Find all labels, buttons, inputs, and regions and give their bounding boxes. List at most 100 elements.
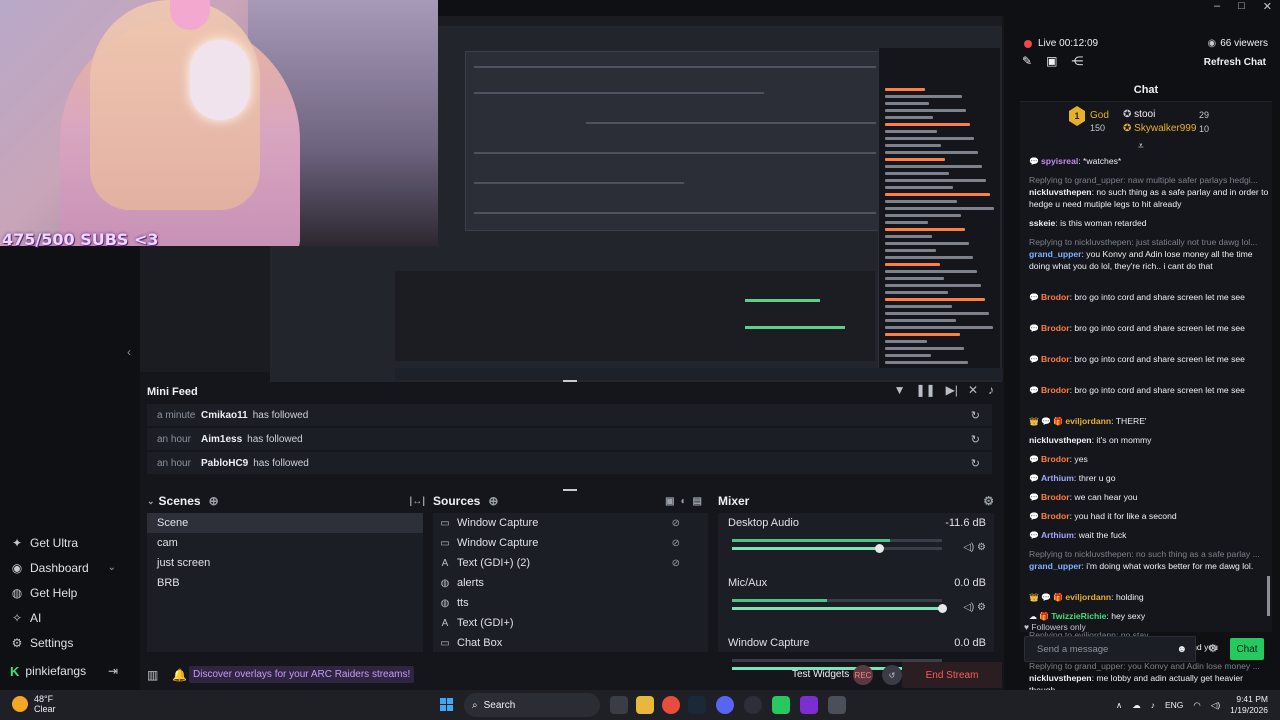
refresh-chat-button[interactable]: Refresh Chat bbox=[1204, 57, 1266, 68]
gear-icon[interactable]: ⚙ bbox=[977, 602, 986, 613]
file-explorer-icon[interactable] bbox=[636, 696, 654, 714]
source-item[interactable]: ▭ Window Capture ⊘ bbox=[433, 533, 708, 553]
volume-tray-icon[interactable]: ◁) bbox=[1211, 700, 1220, 711]
source-tools-icon[interactable]: ▣◐▤ bbox=[665, 496, 708, 507]
expand-leaderboard-icon[interactable]: ⩡ bbox=[1138, 141, 1144, 152]
sidebar-item[interactable]: ◍ Get Help bbox=[0, 580, 140, 605]
chat-username[interactable]: Arthium bbox=[1041, 473, 1074, 483]
chat-input[interactable]: Send a message ☻ bbox=[1024, 636, 1196, 662]
scene-item[interactable]: Scene bbox=[147, 513, 423, 533]
replay-icon[interactable]: ↻ bbox=[971, 409, 980, 422]
emoji-icon[interactable]: ☻ bbox=[1176, 644, 1187, 655]
chat-username[interactable]: Arthium bbox=[1041, 530, 1074, 540]
popout-icon[interactable]: ▣ bbox=[1046, 54, 1057, 68]
mute-alerts-icon[interactable]: ✕ bbox=[968, 383, 978, 397]
resize-handle[interactable] bbox=[563, 489, 577, 491]
chat-message[interactable]: sskeie: is this woman retarded bbox=[1029, 217, 1269, 229]
chat-scrollbar[interactable] bbox=[1267, 576, 1270, 616]
stats-icon[interactable]: ▥ bbox=[147, 668, 158, 682]
sidebar-item[interactable]: ✦ Get Ultra bbox=[0, 530, 140, 555]
chat-message[interactable]: 💬 Brodor: we can hear you bbox=[1029, 491, 1269, 504]
pause-icon[interactable]: ❚❚ bbox=[915, 383, 935, 397]
scene-item[interactable]: BRB bbox=[147, 573, 423, 593]
sidebar-item[interactable]: ✧ AI bbox=[0, 605, 140, 630]
chevron-down-icon[interactable]: ⌄ bbox=[108, 562, 116, 573]
sidebar-item[interactable]: ⚙ Settings bbox=[0, 630, 140, 655]
audio-tray-icon[interactable]: ♪ bbox=[1151, 700, 1155, 710]
clock[interactable]: 9:41 PM 1/19/2026 bbox=[1230, 694, 1268, 716]
chat-message[interactable]: nickluvsthepen: it's on mommy bbox=[1029, 434, 1269, 446]
collapse-left-icon[interactable]: ‹ bbox=[127, 345, 131, 359]
windows-start-icon[interactable] bbox=[440, 698, 454, 712]
obs-icon[interactable] bbox=[744, 696, 762, 714]
chat-username[interactable]: nickluvsthepen bbox=[1029, 187, 1092, 197]
gear-icon[interactable]: ⚙ bbox=[977, 542, 986, 553]
chevron-up-icon[interactable]: ∧ bbox=[1116, 700, 1122, 711]
chat-username[interactable]: sskeie bbox=[1029, 218, 1055, 228]
chat-message[interactable]: 💬 Brodor: you had it for like a second bbox=[1029, 510, 1269, 523]
speaker-icon[interactable]: ◁) bbox=[963, 602, 974, 613]
minimize-button[interactable]: – bbox=[1214, 0, 1220, 14]
chat-message[interactable]: 💬 Brodor: yes bbox=[1029, 453, 1269, 466]
chat-username[interactable]: Brodor bbox=[1041, 511, 1070, 521]
source-item[interactable]: ◍ alerts bbox=[433, 573, 708, 593]
discord-icon[interactable] bbox=[716, 696, 734, 714]
source-item[interactable]: ◍ tts bbox=[433, 593, 708, 613]
scene-item[interactable]: cam bbox=[147, 533, 423, 553]
taskbar-search[interactable]: ⌕ Search bbox=[464, 693, 600, 717]
edit-icon[interactable]: ✎ bbox=[1022, 54, 1032, 68]
filter-icon[interactable]: ▼ bbox=[894, 383, 906, 397]
chat-username[interactable]: eviljordann bbox=[1065, 592, 1111, 602]
settings-app-icon[interactable] bbox=[828, 696, 846, 714]
speaker-icon[interactable]: ◁) bbox=[963, 542, 974, 553]
visibility-off-icon[interactable]: ⊘ bbox=[672, 538, 680, 549]
lang-indicator[interactable]: ENG bbox=[1165, 700, 1183, 710]
chat-message[interactable]: 👑 💬 🎁 eviljordann: holding bbox=[1029, 591, 1269, 604]
chat-username[interactable]: TwizzieRichie bbox=[1051, 611, 1106, 621]
bell-icon[interactable]: 🔔 bbox=[172, 668, 187, 682]
add-source-icon[interactable]: ⊕ bbox=[488, 494, 498, 508]
next-app-icon[interactable] bbox=[800, 696, 818, 714]
network-icon[interactable]: ☁ bbox=[1132, 700, 1141, 711]
chat-message[interactable]: Replying to grand_upper: naw multiple sa… bbox=[1029, 174, 1269, 210]
promo-banner[interactable]: Discover overlays for your ARC Raiders s… bbox=[189, 666, 415, 683]
source-item[interactable]: A Text (GDI+) bbox=[433, 613, 708, 633]
chat-username[interactable]: grand_upper bbox=[1029, 249, 1082, 259]
app-icon[interactable] bbox=[772, 696, 790, 714]
source-item[interactable]: ▭ Chat Box bbox=[433, 633, 708, 653]
share-icon[interactable]: ⋲ bbox=[1071, 54, 1083, 68]
task-view-icon[interactable] bbox=[610, 696, 628, 714]
sidebar-item[interactable]: ◉ Dashboard ⌄ bbox=[0, 555, 140, 580]
chat-username[interactable]: spyisreal bbox=[1041, 156, 1078, 166]
volume-icon[interactable]: ♪ bbox=[988, 383, 994, 397]
visibility-off-icon[interactable]: ⊘ bbox=[672, 558, 680, 569]
steam-icon[interactable] bbox=[688, 696, 706, 714]
replay-icon[interactable]: ↻ bbox=[971, 433, 980, 446]
chat-username[interactable]: nickluvsthepen bbox=[1029, 673, 1092, 683]
chevron-down-icon[interactable]: ⌄ bbox=[147, 496, 155, 507]
chat-message[interactable]: 👑 💬 🎁 eviljordann: THERE' bbox=[1029, 415, 1269, 428]
chat-settings-icon[interactable]: ⚙ bbox=[1208, 642, 1218, 655]
rec-button[interactable]: REC bbox=[853, 665, 873, 685]
skip-icon[interactable]: ▶| bbox=[946, 383, 958, 397]
chat-message[interactable]: 💬 Arthium: threr u go bbox=[1029, 472, 1269, 485]
chrome-icon[interactable] bbox=[662, 696, 680, 714]
sidebar-user[interactable]: K pinkiefangs ⇥ bbox=[0, 660, 140, 682]
chat-username[interactable]: Brodor bbox=[1041, 323, 1070, 333]
source-item[interactable]: ▭ Window Capture ⊘ bbox=[433, 513, 708, 533]
test-widgets-label[interactable]: Test Widgets bbox=[792, 669, 849, 680]
chat-username[interactable]: grand_upper bbox=[1029, 561, 1082, 571]
chat-username[interactable]: Brodor bbox=[1041, 292, 1070, 302]
add-scene-icon[interactable]: ⊕ bbox=[209, 494, 219, 508]
chat-send-button[interactable]: Chat bbox=[1230, 638, 1264, 660]
chat-message[interactable]: 💬 Brodor: bro go into cord and share scre… bbox=[1029, 291, 1269, 304]
wifi-icon[interactable]: ◠ bbox=[1193, 700, 1200, 711]
scene-item[interactable]: just screen bbox=[147, 553, 423, 573]
transition-icon[interactable]: |↔| bbox=[409, 496, 425, 507]
chat-username[interactable]: nickluvsthepen bbox=[1029, 435, 1092, 445]
chat-username[interactable]: eviljordann bbox=[1065, 416, 1111, 426]
volume-slider[interactable] bbox=[732, 544, 942, 553]
mixer-settings-icon[interactable]: ⚙ bbox=[983, 494, 994, 508]
visibility-off-icon[interactable]: ⊘ bbox=[672, 518, 680, 529]
chat-message[interactable]: Replying to nickluvsthepen: no such thin… bbox=[1029, 548, 1269, 572]
